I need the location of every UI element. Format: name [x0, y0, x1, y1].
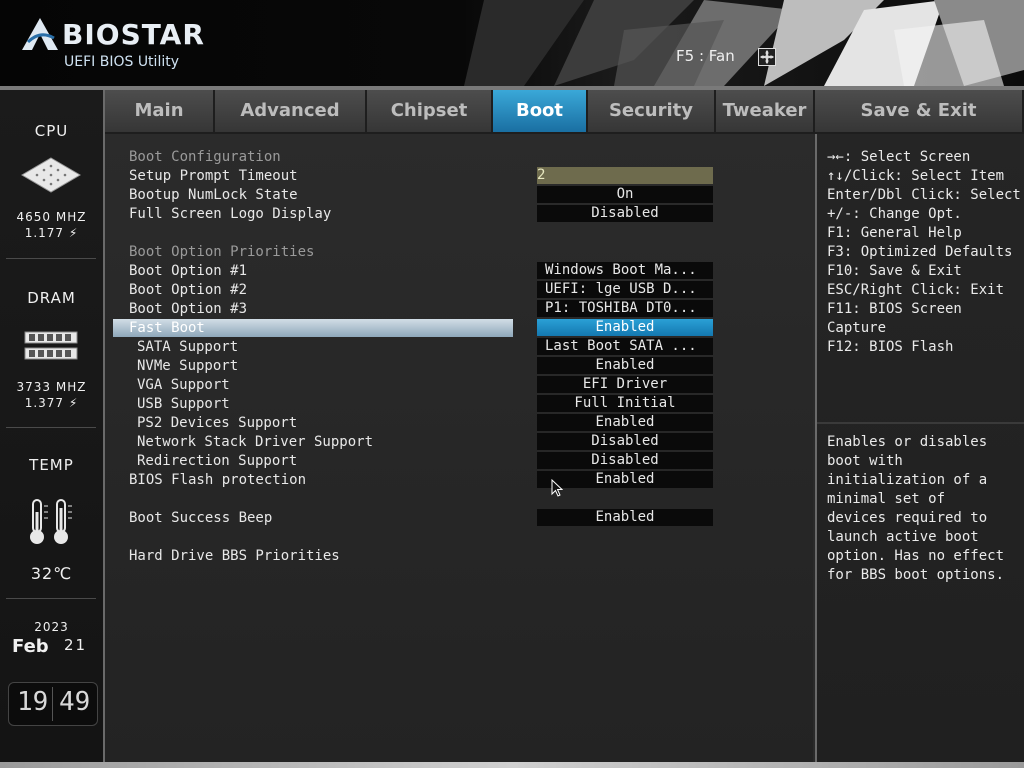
sata-support-label[interactable]: SATA Support [137, 339, 238, 355]
help-key-line: F11: BIOS Screen [827, 301, 962, 317]
header-banner: BIOSTAR UEFI BIOS Utility F5 : Fan [0, 0, 1024, 86]
cpu-chip-icon [21, 157, 81, 193]
brand-subtitle: UEFI BIOS Utility [64, 54, 179, 70]
help-key-line: →←: Select Screen [827, 149, 971, 165]
system-status-sidebar: CPU 4650 MHZ 1.177 ⚡ DRAM 3733 MHZ 1.377… [0, 90, 105, 762]
help-description-line: for BBS boot options. [827, 567, 1005, 583]
help-key-line: +/-: Change Opt. [827, 206, 962, 222]
tab-main[interactable]: Main [105, 90, 215, 132]
boot-success-beep-select[interactable]: Enabled [537, 509, 713, 526]
clock-minutes: 49 [59, 687, 91, 717]
clock-hours: 19 [17, 687, 49, 717]
ps2-devices-support-select[interactable]: Enabled [537, 414, 713, 431]
help-description-line: minimal set of [827, 491, 946, 507]
thermometer-icon [30, 499, 72, 544]
fan-icon[interactable] [758, 48, 776, 66]
boot-configuration-header: Boot Configuration [129, 149, 281, 165]
dram-module-icon [24, 331, 78, 360]
bios-flash-protection-label[interactable]: BIOS Flash protection [129, 472, 306, 488]
sidebar-divider [6, 598, 96, 599]
nvme-support-label[interactable]: NVMe Support [137, 358, 238, 374]
boot-option-3-label[interactable]: Boot Option #3 [129, 301, 247, 317]
boot-option-2-label[interactable]: Boot Option #2 [129, 282, 247, 298]
decorative-shards [464, 0, 1024, 86]
help-key-line: F3: Optimized Defaults [827, 244, 1013, 260]
vga-support-label[interactable]: VGA Support [137, 377, 230, 393]
date-month: Feb [12, 636, 49, 657]
date-year: 2023 [34, 620, 69, 634]
help-description-line: initialization of a [827, 472, 988, 488]
help-description-line: devices required to [827, 510, 988, 526]
help-divider [817, 422, 1024, 424]
dram-label: DRAM [27, 289, 76, 307]
bios-flash-protection-select[interactable]: Enabled [537, 471, 713, 488]
vga-support-select[interactable]: EFI Driver [537, 376, 713, 393]
help-description-line: boot with [827, 453, 903, 469]
help-key-line: F12: BIOS Flash [827, 339, 954, 355]
help-key-line: Enter/Dbl Click: Select [827, 187, 1021, 203]
full-screen-logo-label[interactable]: Full Screen Logo Display [129, 206, 331, 222]
bootup-numlock-select[interactable]: On [537, 186, 713, 203]
tab-chipset[interactable]: Chipset [367, 90, 493, 132]
redirection-support-label[interactable]: Redirection Support [137, 453, 297, 469]
tab-security[interactable]: Security [588, 90, 716, 132]
dram-frequency: 3733 MHZ [16, 380, 87, 394]
boot-option-2-select[interactable]: UEFI: lge USB D... [537, 281, 713, 298]
help-description-line: option. Has no effect [827, 548, 1005, 564]
network-stack-select[interactable]: Disabled [537, 433, 713, 450]
dram-voltage: 1.377 ⚡ [24, 396, 79, 410]
biostar-logo-icon [22, 18, 58, 50]
date-day: 21 [64, 636, 88, 654]
setup-prompt-timeout-label[interactable]: Setup Prompt Timeout [129, 168, 298, 184]
usb-support-label[interactable]: USB Support [137, 396, 230, 412]
help-key-line: Capture [827, 320, 887, 336]
fast-boot-select[interactable]: Enabled [537, 319, 713, 336]
sidebar-divider [6, 258, 96, 259]
help-key-line: F10: Save & Exit [827, 263, 962, 279]
main-tab-bar: Main Advanced Chipset Boot Security Twea… [105, 90, 1024, 134]
tab-save-exit[interactable]: Save & Exit [815, 90, 1024, 132]
network-stack-label[interactable]: Network Stack Driver Support [137, 434, 373, 450]
tab-tweaker[interactable]: Tweaker [716, 90, 815, 132]
help-description-line: Enables or disables [827, 434, 988, 450]
tab-advanced[interactable]: Advanced [215, 90, 367, 132]
help-key-line: ESC/Right Click: Exit [827, 282, 1005, 298]
bootup-numlock-label[interactable]: Bootup NumLock State [129, 187, 298, 203]
fan-hotkey-hint[interactable]: F5 : Fan [676, 47, 735, 65]
help-description-line: launch active boot [827, 529, 979, 545]
cpu-label: CPU [34, 122, 69, 140]
boot-success-beep-label[interactable]: Boot Success Beep [129, 510, 272, 526]
hard-drive-bbs-priorities-link[interactable]: Hard Drive BBS Priorities [129, 548, 340, 564]
fast-boot-label[interactable]: Fast Boot [129, 320, 205, 336]
boot-settings-panel: Boot Configuration Setup Prompt Timeout … [105, 134, 813, 762]
boot-option-priorities-header: Boot Option Priorities [129, 244, 315, 260]
boot-option-1-label[interactable]: Boot Option #1 [129, 263, 247, 279]
clock-display: 19 49 [8, 682, 98, 726]
help-panel: →←: Select Screen ↑↓/Click: Select Item … [815, 134, 1024, 762]
sidebar-divider [6, 427, 96, 428]
boot-option-3-select[interactable]: P1: TOSHIBA DT0... [537, 300, 713, 317]
mouse-pointer-icon [551, 479, 563, 497]
usb-support-select[interactable]: Full Initial [537, 395, 713, 412]
help-key-line: F1: General Help [827, 225, 962, 241]
tab-boot[interactable]: Boot [493, 90, 588, 132]
redirection-support-select[interactable]: Disabled [537, 452, 713, 469]
cpu-voltage: 1.177 ⚡ [24, 226, 79, 240]
boot-option-1-select[interactable]: Windows Boot Ma... [537, 262, 713, 279]
brand-name: BIOSTAR [62, 18, 205, 51]
bottom-border [0, 762, 1024, 768]
nvme-support-select[interactable]: Enabled [537, 357, 713, 374]
help-key-line: ↑↓/Click: Select Item [827, 168, 1005, 184]
temperature-value: 32℃ [30, 564, 73, 583]
setup-prompt-timeout-input[interactable]: 2 [537, 167, 713, 184]
sata-support-select[interactable]: Last Boot SATA ... [537, 338, 713, 355]
temp-label: TEMP [29, 456, 74, 474]
full-screen-logo-select[interactable]: Disabled [537, 205, 713, 222]
ps2-devices-support-label[interactable]: PS2 Devices Support [137, 415, 297, 431]
cpu-frequency: 4650 MHZ [16, 210, 87, 224]
